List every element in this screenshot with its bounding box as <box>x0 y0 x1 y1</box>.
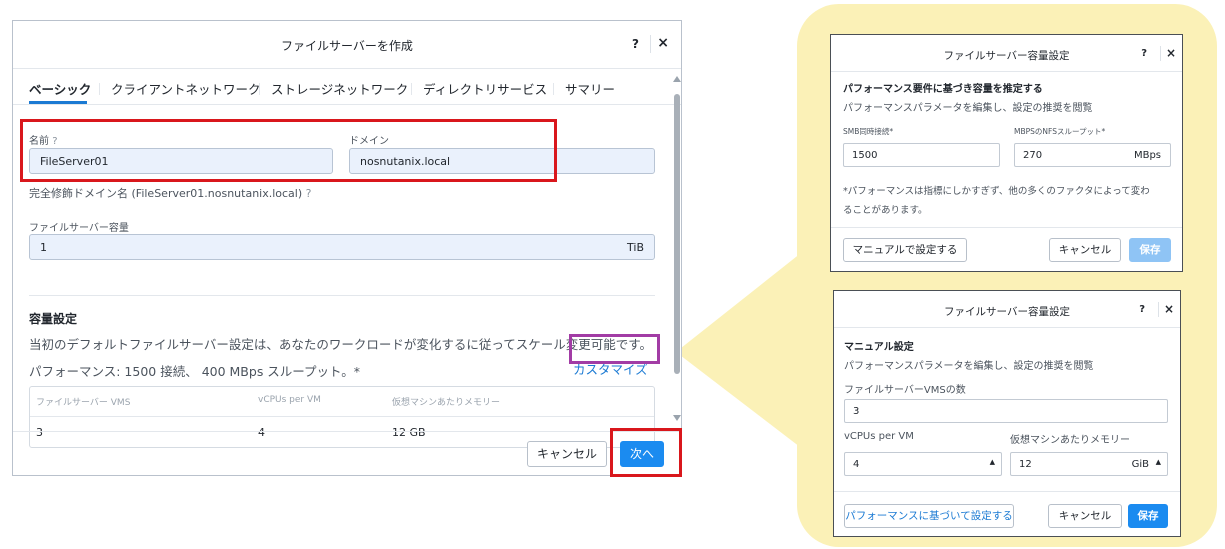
save-button[interactable]: 保存 <box>1129 238 1171 262</box>
spinner-up-icon[interactable]: ▲ <box>1156 458 1161 466</box>
capacity-label: ファイルサーバー容量 <box>29 223 129 234</box>
panel-header-divider <box>834 327 1180 328</box>
fqdn-text: 完全修飾ドメイン名 (FileServer01.nosnutanix.local… <box>29 187 312 200</box>
manual-settings-button[interactable]: マニュアルで設定する <box>843 238 967 262</box>
nfs-unit: MBps <box>1133 150 1161 161</box>
vcpu-value: 4 <box>853 459 860 470</box>
nfs-value: 270 <box>1023 150 1043 161</box>
scrollbar[interactable] <box>673 76 681 421</box>
help-icon[interactable]: ? <box>306 187 312 200</box>
tab-directory-services[interactable]: ディレクトリサービス <box>423 79 547 98</box>
cancel-button[interactable]: キャンセル <box>527 441 607 467</box>
table-header: vCPUs per VM <box>258 395 321 405</box>
memory-label: 仮想マシンあたりメモリー <box>1010 435 1130 446</box>
capacity-settings-panel-manual: ファイルサーバー容量設定 ? × マニュアル設定 パフォーマンスパラメータを編集… <box>833 290 1181 537</box>
nfs-input[interactable]: 270 MBps <box>1014 143 1171 167</box>
vcpu-label: vCPUs per VM <box>844 431 914 442</box>
panel-title: ファイルサーバー容量設定 <box>943 50 1070 62</box>
header-divider <box>650 35 651 53</box>
header-divider <box>1158 302 1159 317</box>
tab-divider <box>259 83 260 95</box>
set-by-performance-button[interactable]: パフォーマンスに基づいて設定する <box>844 504 1014 528</box>
vms-count-label: ファイルサーバーVMSの数 <box>844 385 966 396</box>
header-divider <box>1160 46 1161 61</box>
panel-header-divider <box>831 71 1182 72</box>
vms-count-input[interactable]: 3 <box>844 399 1168 423</box>
tab-divider <box>553 83 554 95</box>
screenshot-root: ファイルサーバーを作成 ? × ベーシック クライアントネットワーク ストレージ… <box>0 0 1225 549</box>
cancel-button[interactable]: キャンセル <box>1048 504 1122 528</box>
panel-title: ファイルサーバー容量設定 <box>944 306 1070 318</box>
capacity-settings-title: 容量設定 <box>29 312 78 326</box>
help-icon[interactable]: ? <box>1139 304 1145 315</box>
panel-footer-divider <box>831 227 1182 228</box>
tab-divider <box>99 83 100 95</box>
smb-input[interactable]: 1500 <box>843 143 1000 167</box>
dialog-header: ファイルサーバーを作成 ? × <box>13 21 681 69</box>
close-icon[interactable]: × <box>657 35 669 51</box>
performance-heading: パフォーマンス要件に基づき容量を推定する <box>843 84 1043 95</box>
tab-client-network[interactable]: クライアントネットワーク <box>111 79 261 98</box>
performance-summary: パフォーマンス: 1500 接続、 400 MBps スループット。* <box>29 364 361 379</box>
capacity-value: 1 <box>40 241 47 254</box>
help-icon[interactable]: ? <box>1141 48 1147 59</box>
scrollbar-thumb[interactable] <box>674 94 680 374</box>
scroll-down-icon[interactable] <box>673 415 681 421</box>
dialog-title: ファイルサーバーを作成 <box>281 39 413 53</box>
table-header: 仮想マシンあたりメモリー <box>392 398 501 408</box>
create-file-server-dialog: ファイルサーバーを作成 ? × ベーシック クライアントネットワーク ストレージ… <box>12 20 682 476</box>
capacity-input[interactable]: 1 TiB <box>29 234 655 260</box>
tab-divider <box>411 83 412 95</box>
wizard-tabs: ベーシック クライアントネットワーク ストレージネットワーク ディレクトリサービ… <box>13 69 681 105</box>
capacity-unit: TiB <box>627 241 644 254</box>
scroll-up-icon[interactable] <box>673 76 681 82</box>
active-tab-underline <box>29 101 87 104</box>
manual-heading: マニュアル設定 <box>844 342 914 353</box>
capacity-settings-description: 当初のデフォルトファイルサーバー設定は、あなたのワークロードが変化するに従ってス… <box>29 337 653 352</box>
memory-input[interactable]: 12 GiB ▲ <box>1010 452 1168 476</box>
help-icon[interactable]: ? <box>632 37 639 51</box>
panel-subtext: パフォーマンスパラメータを編集し、設定の推奨を閲覧 <box>843 103 1093 114</box>
nfs-label: MBPSのNFSスループット* <box>1014 127 1106 136</box>
close-icon[interactable]: × <box>1164 302 1174 316</box>
smb-label: SMB同時接続* <box>843 127 894 136</box>
tab-summary[interactable]: サマリー <box>565 79 615 98</box>
memory-value: 12 <box>1019 459 1032 470</box>
performance-note: *パフォーマンスは指標にしかすぎず、他の多くのファクタによって変わ <box>843 186 1150 197</box>
panel-subtext: パフォーマンスパラメータを編集し、設定の推奨を閲覧 <box>844 361 1094 372</box>
section-divider <box>29 295 655 296</box>
table-divider <box>30 416 654 417</box>
performance-note-cont: ることがあります。 <box>843 205 928 216</box>
dialog-footer: キャンセル 次へ <box>13 431 681 475</box>
tab-storage-network[interactable]: ストレージネットワーク <box>271 79 408 98</box>
spinner-up-icon[interactable]: ▲ <box>990 458 995 466</box>
panel-footer-divider <box>834 491 1180 492</box>
close-icon[interactable]: × <box>1166 46 1176 60</box>
vcpu-input[interactable]: 4 ▲ <box>844 452 1002 476</box>
tab-basic[interactable]: ベーシック <box>29 79 91 98</box>
save-button[interactable]: 保存 <box>1128 504 1168 528</box>
memory-unit: GiB <box>1131 459 1149 470</box>
capacity-settings-panel-performance: ファイルサーバー容量設定 ? × パフォーマンス要件に基づき容量を推定する パフ… <box>830 34 1183 272</box>
name-domain-highlight <box>20 119 557 182</box>
cancel-button[interactable]: キャンセル <box>1049 238 1121 262</box>
next-button-highlight <box>610 428 682 477</box>
table-header: ファイルサーバー VMS <box>36 398 131 408</box>
customize-highlight <box>569 334 660 364</box>
